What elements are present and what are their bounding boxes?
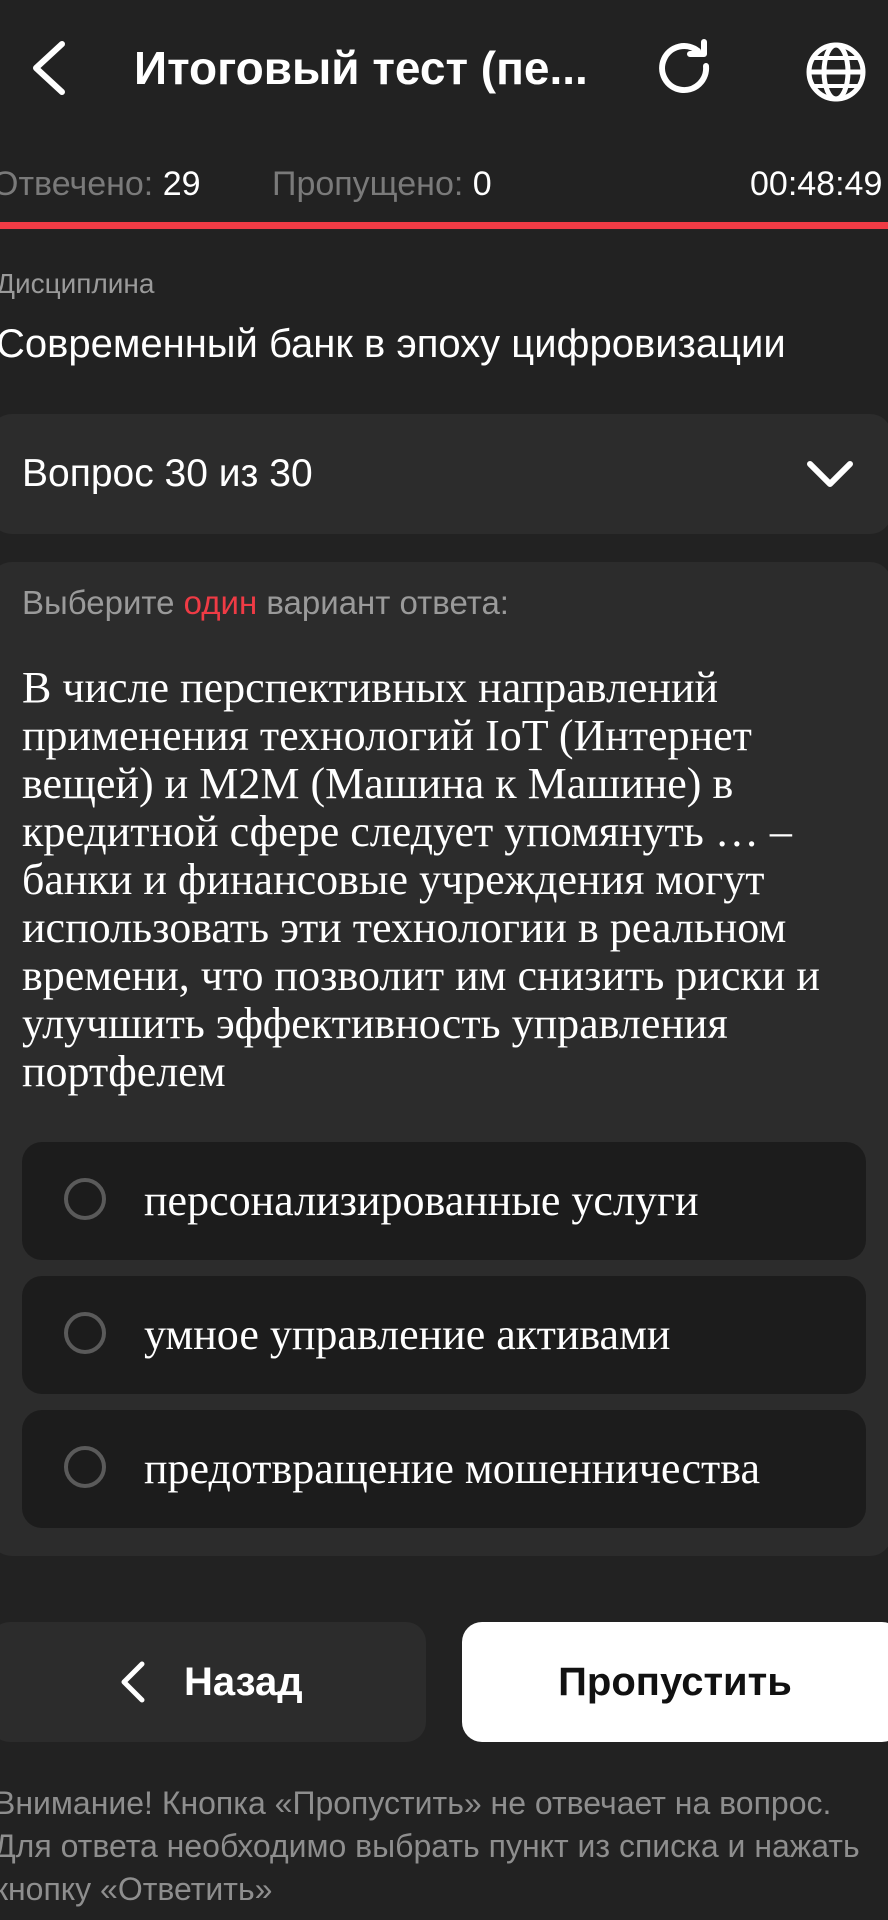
discipline-label: Дисциплина [0, 268, 155, 299]
question-text: В числе перспективных направлений примен… [22, 663, 820, 1096]
radio-button[interactable] [64, 1446, 106, 1488]
question-selector[interactable]: Вопрос 30 из 30 [0, 414, 888, 534]
option-label: персонализированные услуги [144, 1176, 699, 1225]
question-number: Вопрос 30 из 30 [22, 452, 313, 495]
option-label: умное управление активами [144, 1310, 671, 1359]
skip-button[interactable]: Пропустить [462, 1622, 888, 1742]
chevron-left-icon [121, 1661, 145, 1703]
answer-option[interactable]: умное управление активами [22, 1276, 866, 1394]
answer-instruction: Выберите один вариант ответа: [22, 584, 509, 622]
radio-button[interactable] [64, 1312, 106, 1354]
question-card: Выберите один вариант ответа: В числе пе… [0, 562, 888, 1556]
page-title: Итоговый тест (пе... [134, 42, 588, 94]
progress-bar [0, 222, 888, 229]
back-button[interactable]: Назад [0, 1622, 426, 1742]
chevron-left-icon[interactable] [28, 40, 72, 96]
instruction-text: Выберите [22, 584, 184, 621]
skipped-label: Пропущено: [272, 165, 464, 203]
answer-option[interactable]: персонализированные услуги [22, 1142, 866, 1260]
instruction-accent: один [183, 584, 258, 621]
test-stats: Отвечено: 29 Пропущено: 0 00:48:49 [0, 158, 888, 210]
app-header: Итоговый тест (пе... [0, 0, 888, 140]
skip-button-label: Пропустить [558, 1660, 792, 1704]
skip-warning: Внимание! Кнопка «Пропустить» не отвечае… [0, 1785, 860, 1907]
skipped-value: 0 [472, 165, 492, 203]
skipped-count: Пропущено: 0 [272, 158, 492, 210]
answer-option[interactable]: предотвращение мошенничества [22, 1410, 866, 1528]
answered-label: Отвечено: [0, 165, 154, 203]
radio-button[interactable] [64, 1178, 106, 1220]
globe-icon[interactable] [804, 40, 868, 104]
discipline-name: Современный банк в эпоху цифровизации [0, 322, 786, 366]
refresh-icon[interactable] [652, 36, 718, 102]
back-button-label: Назад [184, 1660, 303, 1704]
answered-count: Отвечено: 29 [0, 158, 201, 210]
instruction-text-end: вариант ответа: [257, 584, 509, 621]
progress-fill [0, 222, 888, 229]
chevron-down-icon [807, 461, 853, 487]
answered-value: 29 [162, 165, 201, 203]
timer: 00:48:49 [750, 165, 883, 203]
option-label: предотвращение мошенничества [144, 1444, 760, 1493]
